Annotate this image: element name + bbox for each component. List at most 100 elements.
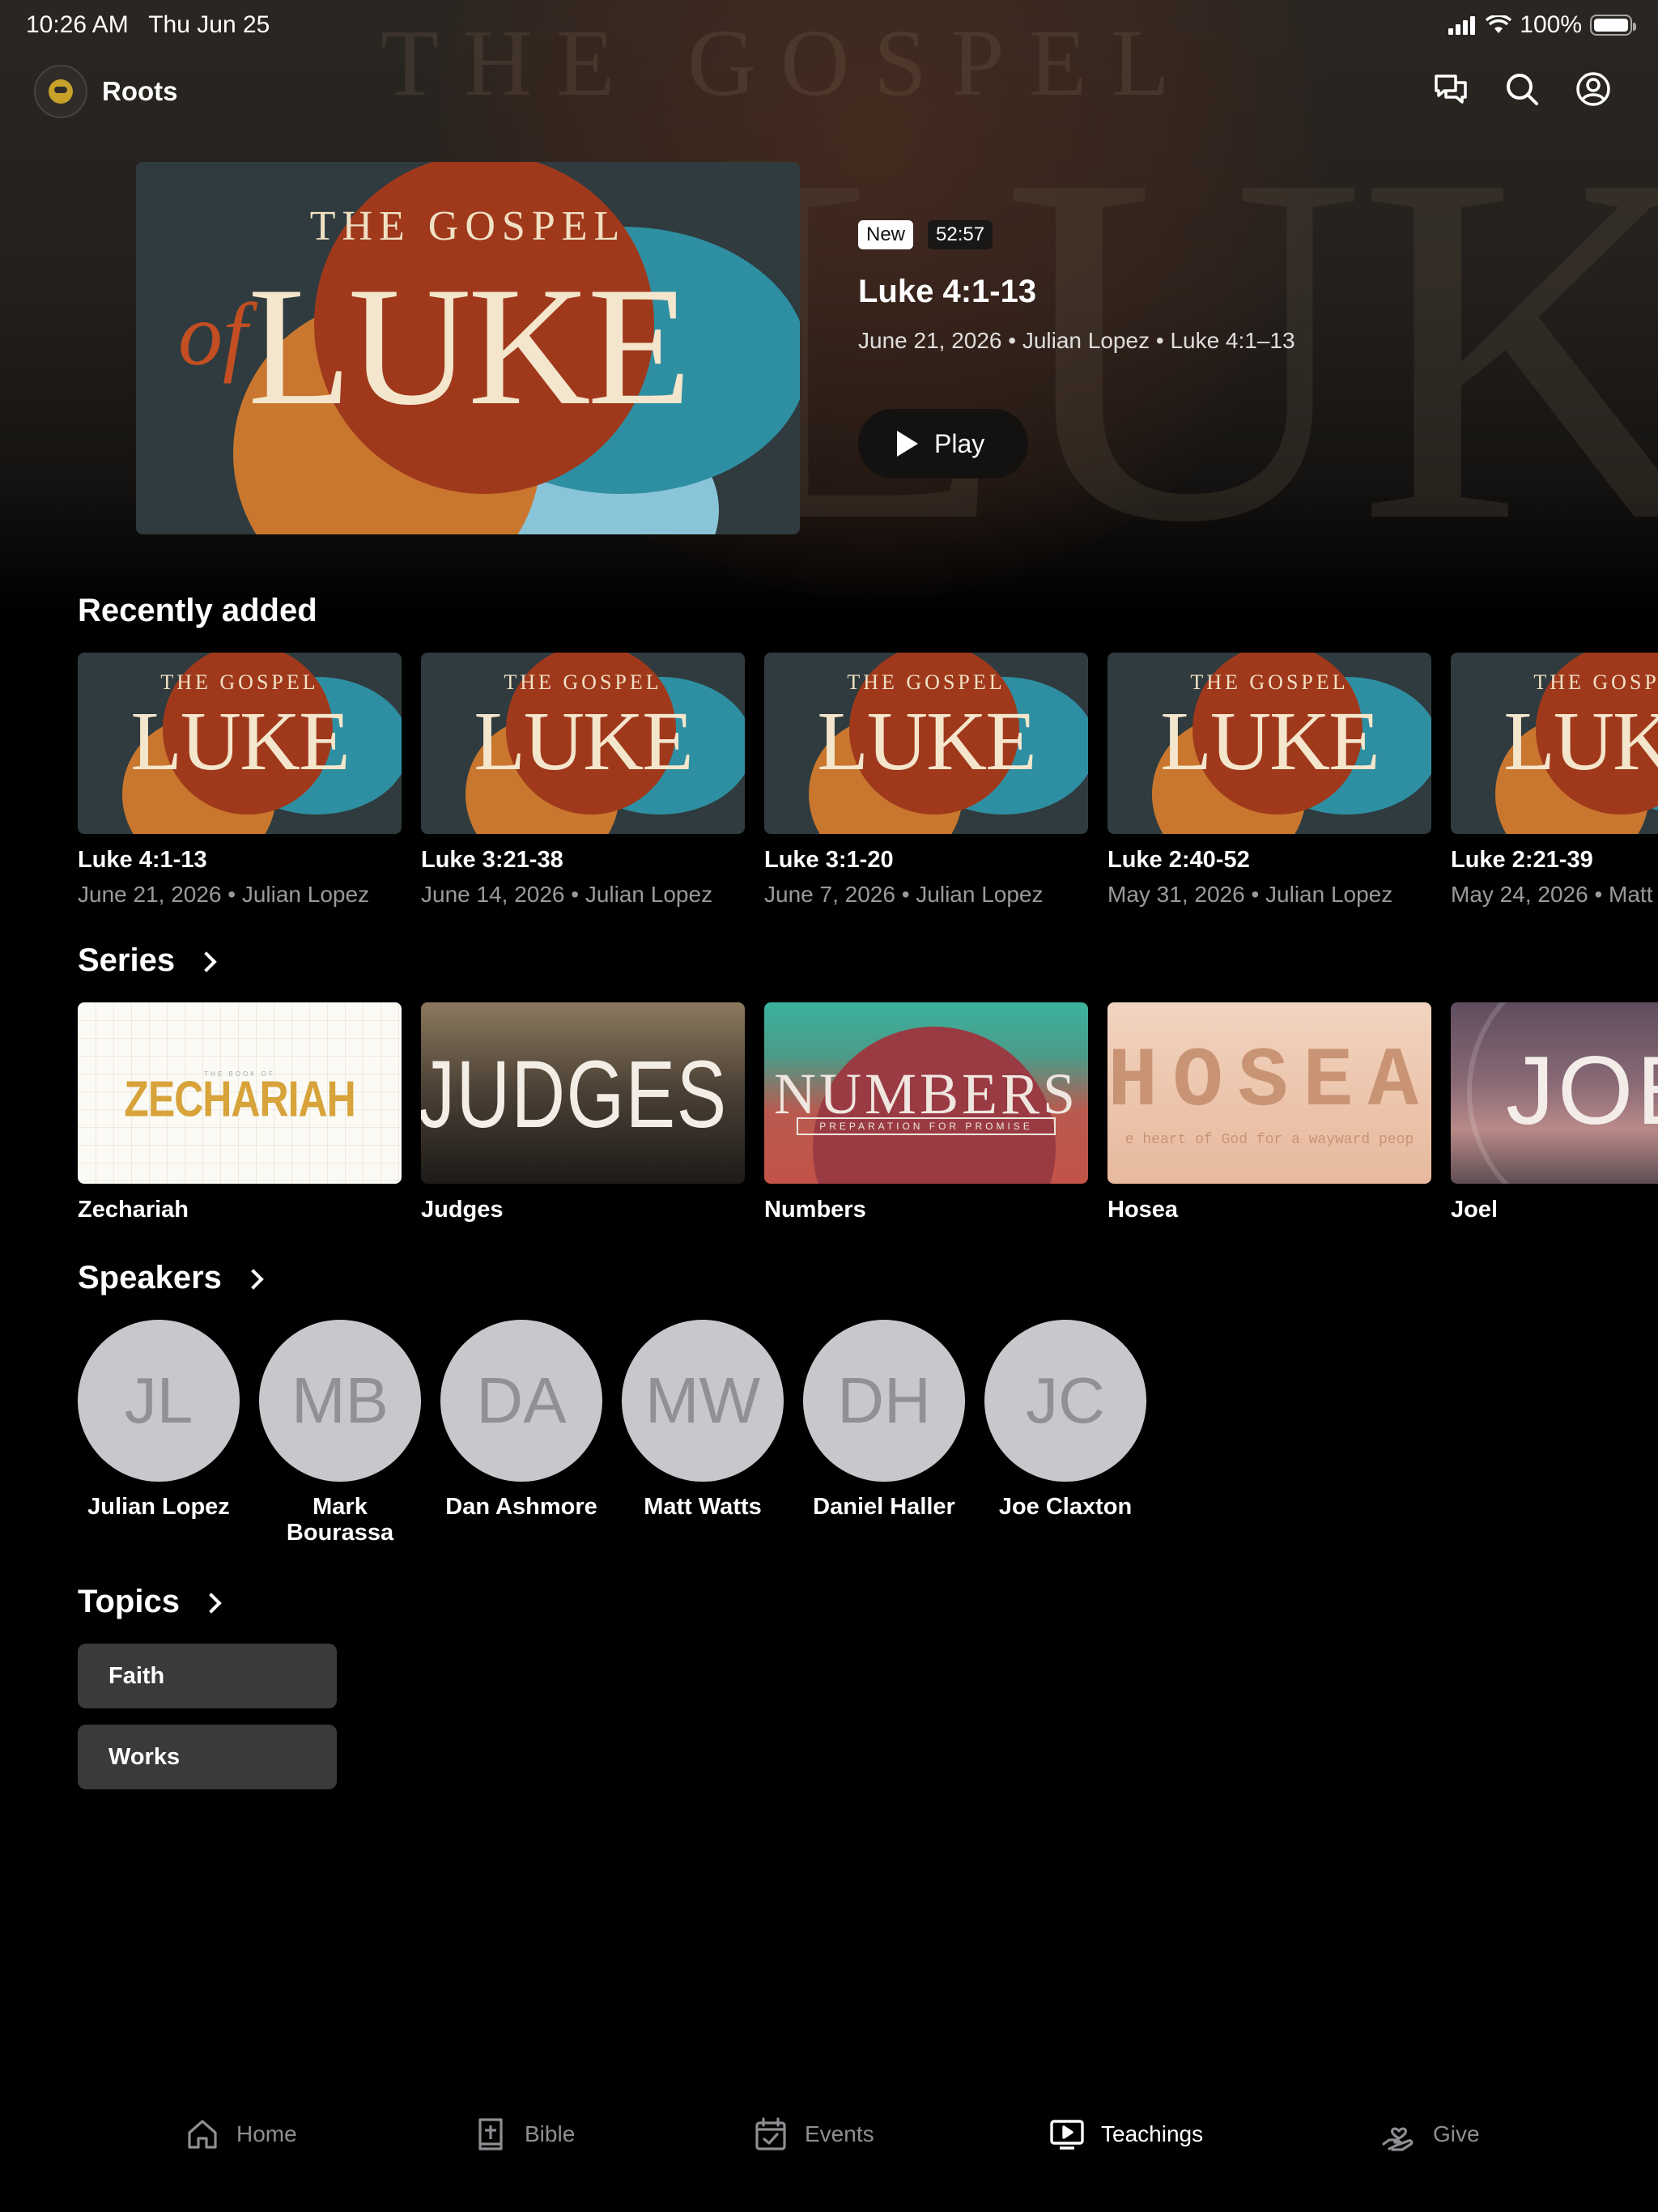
- series-title: Hosea: [1107, 1197, 1179, 1223]
- art-luke-text: LUKE: [130, 695, 350, 788]
- teaching-card[interactable]: THE GOSPEL LUKE Luke 2:21-39 May 24, 202…: [1451, 653, 1658, 908]
- tab-label: Give: [1433, 2121, 1480, 2146]
- series-thumbnail: NUMBERS PREPARATION FOR PROMISE: [764, 1002, 1088, 1184]
- tab-bible[interactable]: Bible: [473, 2116, 575, 2152]
- play-button[interactable]: Play: [858, 409, 1028, 479]
- duration-badge: 52:57: [928, 220, 993, 249]
- tab-label: Bible: [525, 2121, 576, 2146]
- tab-bar: Home Bible Events Teachings Give: [0, 2105, 1658, 2170]
- speakers-row: JL Julian Lopez MB Mark Bourassa DA Dan …: [78, 1320, 1146, 1546]
- teaching-meta: May 24, 2026 • Matt Watts: [1451, 882, 1658, 907]
- status-clock: 10:26 AM: [26, 11, 129, 38]
- series-card[interactable]: JUDGES Judges: [421, 1002, 745, 1223]
- avatar: MW: [622, 1320, 784, 1482]
- featured-title[interactable]: Luke 4:1-13: [858, 274, 1295, 310]
- series-card[interactable]: NUMBERS PREPARATION FOR PROMISE Numbers: [764, 1002, 1088, 1223]
- tab-events[interactable]: Events: [753, 2116, 874, 2152]
- battery-icon: [1590, 15, 1636, 36]
- series-card[interactable]: HOSEA e heart of God for a wayward peop …: [1107, 1002, 1431, 1223]
- series-card[interactable]: JOEL Joel: [1451, 1002, 1658, 1223]
- series-art-title: JUDGES: [421, 1041, 728, 1148]
- series-thumbnail: JOEL: [1451, 1002, 1658, 1184]
- avatar: DA: [440, 1320, 602, 1482]
- teaching-meta: June 14, 2026 • Julian Lopez: [421, 882, 713, 907]
- teaching-thumbnail: THE GOSPEL LUKE: [764, 653, 1088, 834]
- art-gospel-text: THE GOSPEL: [1533, 670, 1658, 694]
- art-gospel-text: THE GOSPEL: [160, 670, 319, 694]
- speaker-item[interactable]: JC Joe Claxton: [984, 1320, 1146, 1546]
- church-logo: [34, 65, 87, 118]
- give-icon: [1382, 2127, 1414, 2151]
- teaching-title: Luke 2:40-52: [1107, 847, 1250, 873]
- speaker-name: Julian Lopez: [87, 1494, 230, 1520]
- series-card[interactable]: THE BOOK OF ZECHARIAH Zechariah: [78, 1002, 402, 1223]
- art-luke-text: LUKE: [474, 695, 693, 788]
- art-of-text: of: [178, 285, 248, 384]
- speaker-item[interactable]: JL Julian Lopez: [78, 1320, 240, 1546]
- teaching-card[interactable]: THE GOSPEL LUKE Luke 2:40-52 May 31, 202…: [1107, 653, 1431, 908]
- calendar-icon: [755, 2117, 786, 2150]
- avatar: MB: [259, 1320, 421, 1482]
- topic-chip[interactable]: Works: [78, 1725, 337, 1789]
- chat-icon[interactable]: [1431, 70, 1470, 108]
- series-art-subtitle: PREPARATION FOR PROMISE: [797, 1117, 1056, 1135]
- featured-badges: New 52:57: [858, 220, 1295, 249]
- teaching-title: Luke 3:1-20: [764, 847, 894, 873]
- status-indicators: 100%: [1448, 11, 1636, 39]
- teaching-card[interactable]: THE GOSPEL LUKE Luke 3:21-38 June 14, 20…: [421, 653, 745, 908]
- art-luke-text: LUKE: [817, 695, 1036, 788]
- series-row: THE BOOK OF ZECHARIAH Zechariah JUDGES J…: [78, 1002, 1658, 1229]
- featured-meta: June 21, 2026 • Julian Lopez • Luke 4:1–…: [858, 328, 1295, 353]
- bible-icon: [478, 2118, 503, 2150]
- speaker-item[interactable]: MB Mark Bourassa: [259, 1320, 421, 1546]
- speakers-heading: Speakers: [78, 1260, 222, 1295]
- tab-label: Events: [805, 2121, 874, 2146]
- search-icon[interactable]: [1503, 70, 1541, 108]
- teaching-meta: May 31, 2026 • Julian Lopez: [1107, 882, 1393, 907]
- speaker-item[interactable]: MW Matt Watts: [622, 1320, 784, 1546]
- art-gospel-text: THE GOSPEL: [1190, 670, 1349, 694]
- series-art-subtitle: e heart of God for a wayward peop: [1124, 1132, 1414, 1148]
- art-gospel-text: THE GOSPEL: [504, 670, 662, 694]
- teaching-title: Luke 2:21-39: [1451, 847, 1593, 873]
- featured-artwork[interactable]: THE GOSPEL LUKE of: [136, 162, 800, 534]
- series-thumbnail: HOSEA e heart of God for a wayward peop: [1107, 1002, 1431, 1184]
- tab-teachings[interactable]: Teachings: [1049, 2116, 1203, 2152]
- home-icon: [188, 2120, 217, 2149]
- teaching-title: Luke 3:21-38: [421, 847, 563, 873]
- cellular-icon: [1448, 16, 1476, 35]
- tv-play-icon: [1050, 2120, 1084, 2150]
- profile-icon[interactable]: [1574, 70, 1613, 108]
- teaching-thumbnail: THE GOSPEL LUKE: [421, 653, 745, 834]
- app-header: Roots: [0, 65, 1658, 121]
- tab-home[interactable]: Home: [185, 2116, 297, 2152]
- chevron-right-icon: [243, 1268, 264, 1290]
- series-thumbnail: JUDGES: [421, 1002, 745, 1184]
- teaching-thumbnail: THE GOSPEL LUKE: [78, 653, 402, 834]
- topic-chip[interactable]: Faith: [78, 1644, 337, 1708]
- series-title: Numbers: [764, 1197, 866, 1223]
- series-thumbnail: THE BOOK OF ZECHARIAH: [78, 1002, 402, 1184]
- teaching-card[interactable]: THE GOSPEL LUKE Luke 3:1-20 June 7, 2026…: [764, 653, 1088, 908]
- tab-give[interactable]: Give: [1381, 2116, 1480, 2152]
- avatar: JC: [984, 1320, 1146, 1482]
- series-title: Judges: [421, 1197, 504, 1223]
- series-heading: Series: [78, 942, 176, 978]
- wifi-icon: [1486, 15, 1512, 33]
- speaker-item[interactable]: DH Daniel Haller: [803, 1320, 965, 1546]
- art-luke-text: LUKE: [1160, 695, 1380, 788]
- art-luke-text: LUKE: [1503, 695, 1658, 788]
- teaching-card[interactable]: THE GOSPEL LUKE Luke 4:1-13 June 21, 202…: [78, 653, 402, 908]
- speaker-item[interactable]: DA Dan Ashmore: [440, 1320, 602, 1546]
- topics-header[interactable]: Topics: [78, 1584, 222, 1620]
- speakers-header[interactable]: Speakers: [78, 1260, 264, 1296]
- teaching-title: Luke 4:1-13: [78, 847, 207, 873]
- teaching-thumbnail: THE GOSPEL LUKE: [1107, 653, 1431, 834]
- chevron-right-icon: [201, 1592, 222, 1614]
- header-actions: [1431, 70, 1613, 108]
- series-header[interactable]: Series: [78, 942, 217, 979]
- featured-info: New 52:57 Luke 4:1-13 June 21, 2026 • Ju…: [858, 220, 1295, 479]
- chevron-right-icon: [196, 951, 217, 972]
- brand[interactable]: Roots: [34, 65, 178, 118]
- teaching-thumbnail: THE GOSPEL LUKE: [1451, 653, 1658, 834]
